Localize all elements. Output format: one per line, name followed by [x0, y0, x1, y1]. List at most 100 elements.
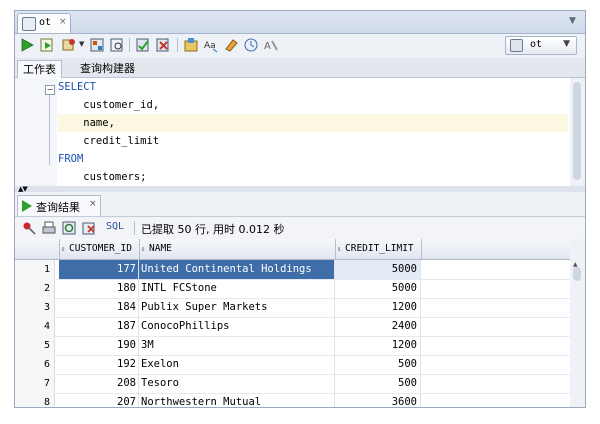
cell-name[interactable]: 3M	[139, 336, 335, 355]
cell-credit-limit[interactable]: 5000	[335, 260, 421, 279]
cell-customer-id[interactable]: 207	[59, 393, 139, 407]
column-header-credit-limit[interactable]: ⇕ CREDIT_LIMIT	[335, 239, 422, 259]
cell-customer-id[interactable]: 177	[59, 260, 139, 279]
toolbar-separator	[177, 38, 178, 52]
tab-query-builder[interactable]: 查询构建器	[75, 60, 140, 77]
run-result-icon	[22, 200, 32, 212]
fold-toggle-icon[interactable]: −	[45, 85, 55, 95]
toolbar-separator	[134, 221, 135, 235]
row-number: 3	[15, 298, 55, 317]
cell-customer-id[interactable]: 184	[59, 298, 139, 317]
svg-text:A: A	[264, 41, 271, 52]
table-row[interactable]: 6 192 Exelon 500	[15, 355, 570, 375]
connection-selector[interactable]: ot ▼	[505, 36, 577, 55]
cell-credit-limit[interactable]: 500	[335, 355, 421, 374]
tab-list-icon[interactable]: ▼	[569, 16, 579, 26]
history-icon[interactable]	[243, 37, 259, 53]
cell-name[interactable]: INTL FCStone	[139, 279, 335, 298]
row-number: 4	[15, 317, 55, 336]
cell-credit-limit[interactable]: 5000	[335, 279, 421, 298]
run-statement-icon[interactable]	[19, 37, 35, 53]
eraser-icon[interactable]	[223, 37, 239, 53]
cell-name[interactable]: Northwestern Mutual	[139, 393, 335, 407]
autotrace-icon[interactable]	[61, 37, 77, 53]
close-icon[interactable]: ×	[59, 17, 67, 27]
explain-plan-icon[interactable]	[89, 37, 105, 53]
document-tab-bar: ot × ▼	[15, 11, 585, 34]
editor-gutter: −	[15, 78, 57, 186]
cell-customer-id[interactable]: 180	[59, 279, 139, 298]
table-row[interactable]: 2 180 INTL FCStone 5000	[15, 279, 570, 299]
run-script-icon[interactable]	[39, 37, 55, 53]
refresh-icon[interactable]	[61, 220, 77, 236]
row-number: 2	[15, 279, 55, 298]
cell-credit-limit[interactable]: 1200	[335, 336, 421, 355]
table-row[interactable]: 8 207 Northwestern Mutual 3600	[15, 393, 570, 407]
table-row[interactable]: 5 190 3M 1200	[15, 336, 570, 356]
tab-query-result[interactable]: 查询结果 ×	[17, 195, 101, 216]
column-header-customer-id[interactable]: ⇕ CUSTOMER_ID	[59, 239, 140, 259]
cell-name[interactable]: United Continental Holdings	[139, 260, 335, 279]
unshared-sql-icon[interactable]	[183, 37, 199, 53]
cell-name[interactable]: Tesoro	[139, 374, 335, 393]
tab-worksheet[interactable]: 工作表	[17, 60, 62, 78]
sql-button[interactable]: SQL	[106, 221, 124, 232]
code-line-current: name,	[58, 114, 568, 132]
connection-label: ot	[530, 39, 543, 50]
toolbar-separator	[129, 38, 130, 52]
fold-guide	[49, 95, 50, 165]
pin-icon[interactable]	[21, 220, 37, 236]
sort-icon: ⇕	[141, 245, 146, 253]
row-number-header	[15, 239, 60, 259]
sql-file-icon	[22, 17, 36, 31]
cell-name[interactable]: Exelon	[139, 355, 335, 374]
doc-tab-ot[interactable]: ot ×	[17, 13, 71, 33]
table-row-selected[interactable]: 1 177 United Continental Holdings 5000	[15, 260, 570, 280]
database-icon	[510, 39, 523, 52]
cell-customer-id[interactable]: 208	[59, 374, 139, 393]
cell-credit-limit[interactable]: 500	[335, 374, 421, 393]
sort-icon: ⇕	[61, 245, 66, 253]
grid-scrollbar[interactable]: ▲	[570, 239, 584, 407]
column-header-name[interactable]: ⇕ NAME	[139, 239, 336, 259]
cell-customer-id[interactable]: 190	[59, 336, 139, 355]
commit-icon[interactable]	[135, 37, 151, 53]
cell-credit-limit[interactable]: 2400	[335, 317, 421, 336]
code-line: credit_limit	[58, 135, 160, 147]
sql-editor[interactable]: − SELECT customer_id, name, credit_limit…	[15, 78, 571, 186]
export-icon[interactable]	[81, 220, 97, 236]
row-number: 8	[15, 393, 55, 407]
row-number: 7	[15, 374, 55, 393]
cell-customer-id[interactable]: 192	[59, 355, 139, 374]
editor-scrollbar[interactable]	[570, 78, 584, 186]
row-number: 5	[15, 336, 55, 355]
code-line: customer_id,	[58, 99, 160, 111]
table-row[interactable]: 4 187 ConocoPhillips 2400	[15, 317, 570, 337]
sql-tuning-icon[interactable]: A	[263, 37, 279, 53]
table-row[interactable]: 7 208 Tesoro 500	[15, 374, 570, 394]
collapse-arrows-icon[interactable]: ▲▼	[18, 185, 28, 193]
sort-icon: ⇕	[337, 245, 342, 253]
doc-tab-label: ot	[39, 17, 52, 28]
cell-credit-limit[interactable]: 1200	[335, 298, 421, 317]
cell-name[interactable]: Publix Super Markets	[139, 298, 335, 317]
scrollbar-thumb[interactable]	[573, 267, 581, 281]
query-icon[interactable]	[109, 37, 125, 53]
sql-worksheet-window: ot × ▼ ▼ Aa A ot ▼ 工作表 查询构建器 − SELECT cu…	[14, 10, 586, 408]
fetch-status: 已提取 50 行, 用时 0.012 秒	[141, 223, 285, 236]
panel-splitter[interactable]: ▲▼	[15, 185, 585, 193]
row-number: 6	[15, 355, 55, 374]
chevron-down-icon[interactable]: ▼	[79, 40, 84, 48]
result-tab-label: 查询结果	[36, 201, 80, 214]
table-row[interactable]: 3 184 Publix Super Markets 1200	[15, 298, 570, 318]
worksheet-tabs: 工作表 查询构建器	[15, 58, 585, 78]
close-icon[interactable]: ×	[89, 199, 97, 209]
print-icon[interactable]	[41, 220, 57, 236]
cell-customer-id[interactable]: 187	[59, 317, 139, 336]
rollback-icon[interactable]	[155, 37, 171, 53]
results-grid[interactable]: ⇕ CUSTOMER_ID ⇕ NAME ⇕ CREDIT_LIMIT 1 177 U…	[15, 239, 570, 407]
cell-credit-limit[interactable]: 3600	[335, 393, 421, 407]
cell-name[interactable]: ConocoPhillips	[139, 317, 335, 336]
format-case-icon[interactable]: Aa	[203, 37, 219, 53]
scrollbar-thumb[interactable]	[573, 82, 581, 180]
